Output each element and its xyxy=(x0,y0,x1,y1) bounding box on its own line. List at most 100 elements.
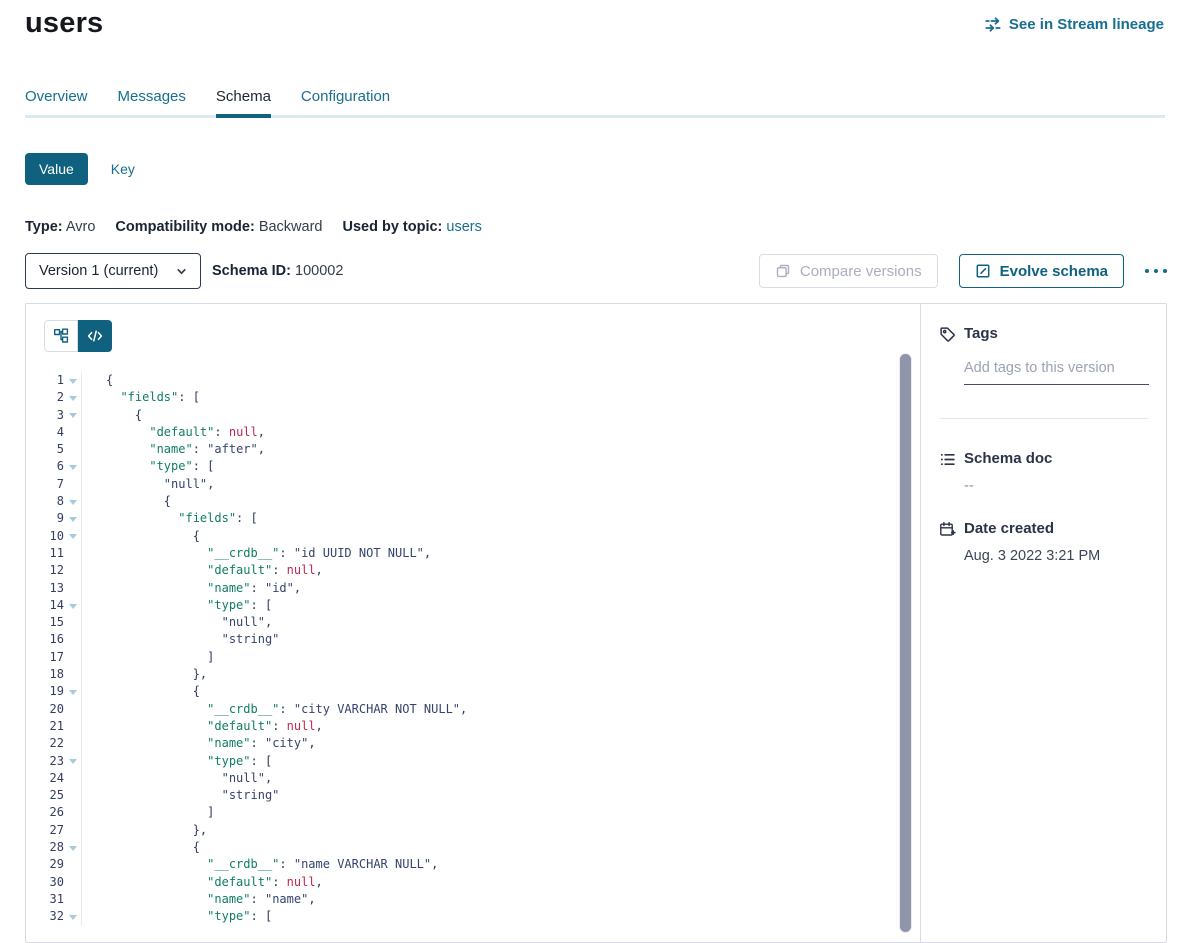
tab-track xyxy=(25,115,1165,118)
code-text: "name": "after", xyxy=(82,441,265,458)
code-text: "string" xyxy=(82,631,279,648)
fold-toggle-icon[interactable] xyxy=(64,839,81,856)
fold-spacer xyxy=(64,441,81,458)
code-line: 23 "type": [ xyxy=(26,753,896,770)
code-text: "default": null, xyxy=(82,874,323,891)
fold-spacer xyxy=(64,562,81,579)
code-text: "fields": [ xyxy=(82,510,258,527)
stream-lineage-link[interactable]: See in Stream lineage xyxy=(985,16,1164,33)
line-number: 10 xyxy=(26,528,64,545)
code-line: 10 { xyxy=(26,528,896,545)
code-line: 6 "type": [ xyxy=(26,458,896,475)
fold-toggle-icon[interactable] xyxy=(64,753,81,770)
gutter: 10 xyxy=(26,528,82,545)
fold-toggle-icon[interactable] xyxy=(64,528,81,545)
line-number: 13 xyxy=(26,580,64,597)
fold-spacer xyxy=(64,874,81,891)
gutter: 8 xyxy=(26,493,82,510)
line-number: 16 xyxy=(26,631,64,648)
line-number: 29 xyxy=(26,856,64,873)
stream-lineage-label: See in Stream lineage xyxy=(1009,16,1164,33)
gutter: 19 xyxy=(26,683,82,700)
line-number: 14 xyxy=(26,597,64,614)
code-line: 2 "fields": [ xyxy=(26,389,896,406)
code-line: 7 "null", xyxy=(26,476,896,493)
tab-configuration[interactable]: Configuration xyxy=(301,88,390,114)
evolve-schema-button[interactable]: Evolve schema xyxy=(959,254,1124,288)
code-text: { xyxy=(82,528,200,545)
line-number: 21 xyxy=(26,718,64,735)
scrollbar-thumb[interactable] xyxy=(900,354,911,932)
gutter: 17 xyxy=(26,649,82,666)
code-text: "__crdb__": "city VARCHAR NOT NULL", xyxy=(82,701,467,718)
code-line: 11 "__crdb__": "id UUID NOT NULL", xyxy=(26,545,896,562)
evolve-schema-label: Evolve schema xyxy=(1000,263,1108,280)
compare-versions-button[interactable]: Compare versions xyxy=(759,254,938,288)
code-line: 16 "string" xyxy=(26,631,896,648)
value-toggle-button[interactable]: Value xyxy=(25,153,88,185)
code-line: 18 }, xyxy=(26,666,896,683)
meta-type-label: Type: xyxy=(25,219,63,235)
code-text: { xyxy=(82,493,171,510)
fold-toggle-icon[interactable] xyxy=(64,683,81,700)
fold-toggle-icon[interactable] xyxy=(64,908,81,925)
tab-overview[interactable]: Overview xyxy=(25,88,88,114)
gutter: 22 xyxy=(26,735,82,752)
edit-icon xyxy=(975,263,991,279)
gutter: 18 xyxy=(26,666,82,683)
gutter: 29 xyxy=(26,856,82,873)
line-number: 12 xyxy=(26,562,64,579)
code-line: 4 "default": null, xyxy=(26,424,896,441)
fold-toggle-icon[interactable] xyxy=(64,597,81,614)
line-number: 15 xyxy=(26,614,64,631)
code-icon xyxy=(87,328,103,344)
line-number: 4 xyxy=(26,424,64,441)
code-view-button[interactable] xyxy=(78,320,112,352)
editor-scrollbar[interactable] xyxy=(899,353,912,933)
calendar-plus-icon xyxy=(939,521,956,538)
line-number: 11 xyxy=(26,545,64,562)
fold-spacer xyxy=(64,666,81,683)
code-text: ] xyxy=(82,649,214,666)
code-line: 26 ] xyxy=(26,804,896,821)
line-number: 20 xyxy=(26,701,64,718)
gutter: 2 xyxy=(26,389,82,406)
fold-toggle-icon[interactable] xyxy=(64,510,81,527)
fold-toggle-icon[interactable] xyxy=(64,407,81,424)
version-select[interactable]: Version 1 (current) xyxy=(25,253,201,289)
tags-input[interactable] xyxy=(964,360,1149,385)
fold-toggle-icon[interactable] xyxy=(64,372,81,389)
page-title: users xyxy=(25,7,103,40)
code-line: 12 "default": null, xyxy=(26,562,896,579)
code-line: 19 { xyxy=(26,683,896,700)
tree-view-button[interactable] xyxy=(44,320,78,352)
code-line: 31 "name": "name", xyxy=(26,891,896,908)
line-number: 24 xyxy=(26,770,64,787)
fold-toggle-icon[interactable] xyxy=(64,389,81,406)
date-created-title: Date created xyxy=(964,520,1054,537)
code-line: 25 "string" xyxy=(26,787,896,804)
gutter: 3 xyxy=(26,407,82,424)
ellipsis-icon xyxy=(1143,265,1169,277)
code-text: "type": [ xyxy=(82,753,272,770)
code-editor[interactable]: 1{2 "fields": [3 {4 "default": null,5 "n… xyxy=(26,372,896,942)
line-number: 19 xyxy=(26,683,64,700)
fold-toggle-icon[interactable] xyxy=(64,493,81,510)
code-text: "name": "id", xyxy=(82,580,301,597)
more-actions-button[interactable] xyxy=(1141,263,1171,279)
code-line: 8 { xyxy=(26,493,896,510)
tab-schema[interactable]: Schema xyxy=(216,88,271,118)
fold-toggle-icon[interactable] xyxy=(64,458,81,475)
line-number: 18 xyxy=(26,666,64,683)
fold-spacer xyxy=(64,891,81,908)
line-number: 27 xyxy=(26,822,64,839)
tab-messages[interactable]: Messages xyxy=(118,88,186,114)
code-line: 17 ] xyxy=(26,649,896,666)
gutter: 32 xyxy=(26,908,82,925)
key-toggle-button[interactable]: Key xyxy=(111,161,135,177)
code-text: "__crdb__": "name VARCHAR NULL", xyxy=(82,856,438,873)
fold-spacer xyxy=(64,770,81,787)
topic-link[interactable]: users xyxy=(446,219,481,235)
sidebar: Tags Schema doc -- xyxy=(920,304,1167,942)
code-line: 28 { xyxy=(26,839,896,856)
